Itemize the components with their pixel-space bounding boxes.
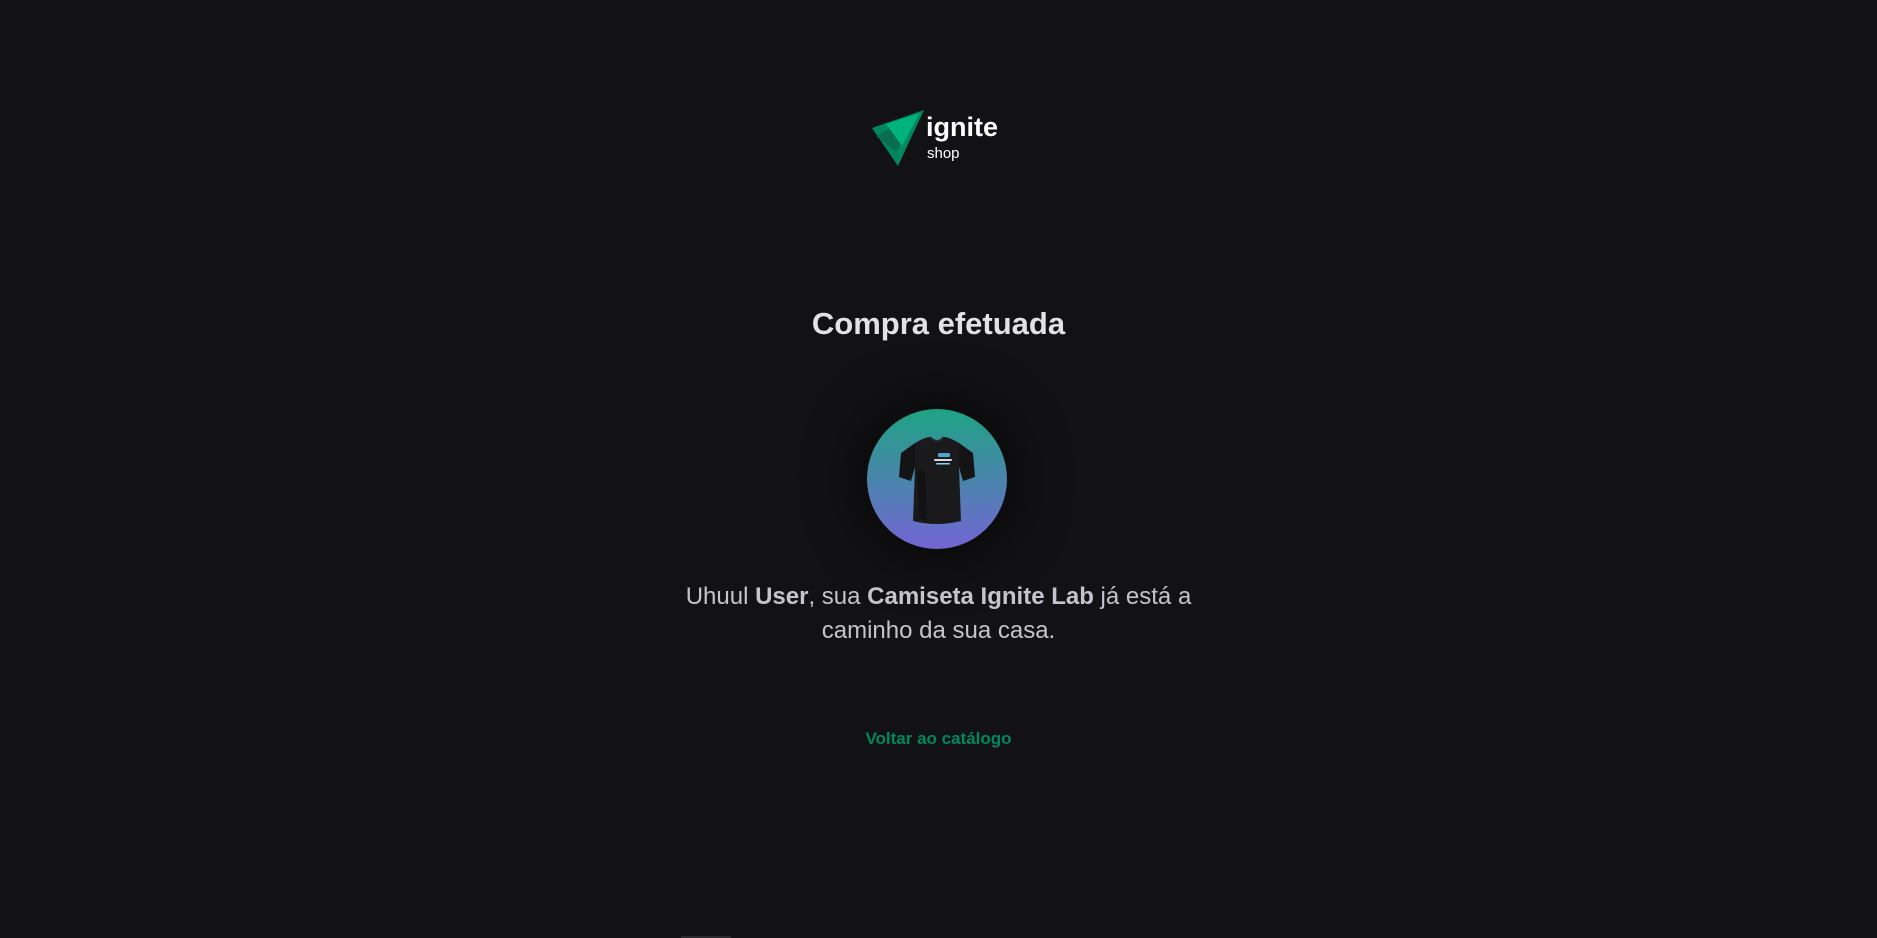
message-prefix: Uhuul <box>685 583 756 610</box>
logo-title: ignite <box>926 112 998 142</box>
product-image <box>867 409 1007 549</box>
back-to-catalog-label[interactable]: Voltar ao catálogo <box>865 729 1011 748</box>
page-title: Compra efetuada <box>811 306 1066 341</box>
ignite-logo-icon <box>872 110 924 166</box>
success-page: ignite shop Compra efetuada Uhuul User, … <box>0 0 1877 938</box>
logo-subtitle: shop <box>927 145 960 162</box>
product-name: Camiseta Ignite Lab <box>867 583 1094 610</box>
customer-name: User <box>755 583 809 610</box>
back-to-catalog-link[interactable]: Voltar ao catálogo <box>0 729 1877 749</box>
message-middle: , sua <box>808 583 868 610</box>
t-shirt-icon <box>899 436 975 524</box>
ignite-shop-logo[interactable]: ignite shop <box>872 110 998 166</box>
logo-text: ignite shop <box>926 110 998 162</box>
success-message: Uhuul User, sua Camiseta Ignite Lab já e… <box>680 580 1197 648</box>
